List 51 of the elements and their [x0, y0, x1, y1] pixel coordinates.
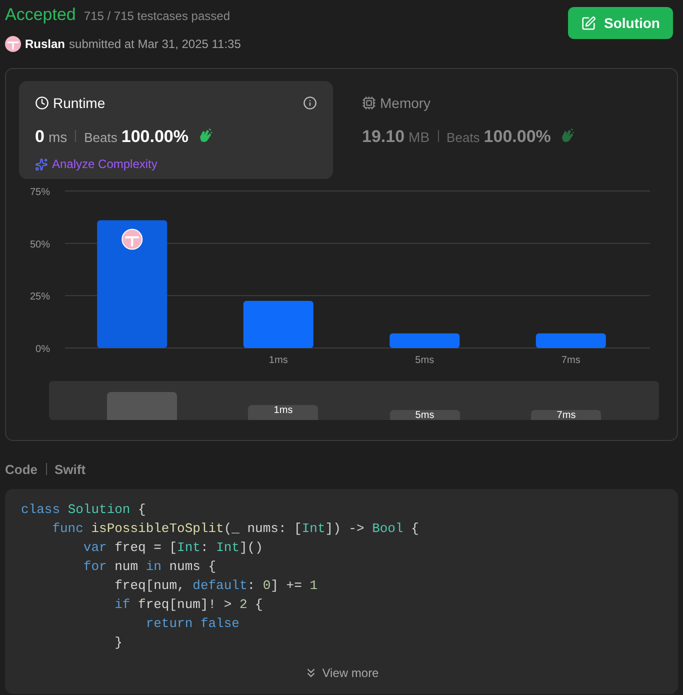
- beats-percentage: 100.00%: [121, 126, 189, 148]
- overview-bar: 5ms: [390, 410, 460, 420]
- chip-icon: [362, 96, 376, 110]
- chart-bar[interactable]: [536, 332, 606, 348]
- code-line: freq[num, default: 0] += 1: [114, 577, 318, 595]
- overview-bar: [106, 392, 177, 420]
- code-line: return false: [144, 615, 240, 633]
- code-line: var freq = [Int: Int](): [82, 539, 263, 557]
- clock-icon: [35, 96, 49, 110]
- x-axis-label: 5ms: [415, 354, 434, 366]
- submitted-time: submitted at Mar 31, 2025 11:35: [69, 36, 241, 52]
- metric-title: Runtime: [53, 94, 106, 112]
- metric-value: 19.10: [362, 126, 405, 148]
- x-axis-label: 1ms: [268, 354, 288, 366]
- analyze-complexity-link[interactable]: Analyze Complexity: [35, 155, 158, 173]
- metric-unit: MB: [408, 128, 430, 146]
- code-label: Code: [5, 460, 38, 478]
- code-line: func isPossibleToSplit(_ nums: [Int]) -> Bool {: [51, 520, 419, 538]
- sparkles-icon: [35, 158, 48, 170]
- chart-bar[interactable]: [390, 332, 460, 348]
- edit-icon: [581, 16, 596, 30]
- chart-overview[interactable]: 1ms 5ms 7ms: [49, 380, 659, 420]
- avatar-icon: [5, 36, 21, 52]
- status-title: Accepted: [5, 4, 76, 26]
- metric-card[interactable]: Memory 19.10 MB Beats 100.00%: [346, 80, 660, 178]
- overview-bar: 7ms: [531, 410, 602, 420]
- metric-unit: ms: [48, 128, 68, 146]
- username[interactable]: Ruslan: [25, 34, 66, 52]
- metric-card[interactable]: Runtime 0 ms Beats 100.00% Analyze Complexity: [19, 80, 333, 178]
- y-axis-label: 75%: [30, 186, 50, 198]
- code-line: if freq[num]! > 2 {: [114, 596, 263, 614]
- beats-label: Beats: [84, 128, 118, 146]
- avatar-icon: [122, 228, 143, 250]
- code-line: for num in nums {: [82, 558, 216, 576]
- y-axis-label: 50%: [30, 238, 50, 250]
- chart-bar[interactable]: [243, 300, 314, 348]
- view-more-button[interactable]: View more: [304, 664, 379, 682]
- beats-label: Beats: [446, 128, 480, 146]
- metric-title: Memory: [380, 94, 431, 113]
- language-label: Swift: [54, 460, 86, 478]
- info-icon[interactable]: [303, 96, 317, 110]
- y-axis-label: 0%: [36, 344, 50, 354]
- metric-value: 0: [35, 126, 44, 148]
- code-line: }: [114, 634, 122, 652]
- overview-bar: 1ms: [248, 404, 318, 420]
- x-axis-label: 7ms: [561, 354, 580, 366]
- testcases-text: 715 / 715 testcases passed: [84, 8, 230, 25]
- beats-percentage: 100.00%: [484, 126, 551, 148]
- code-line: class Solution {: [21, 501, 146, 519]
- y-axis-label: 25%: [30, 291, 50, 302]
- chart-bar[interactable]: [97, 220, 168, 348]
